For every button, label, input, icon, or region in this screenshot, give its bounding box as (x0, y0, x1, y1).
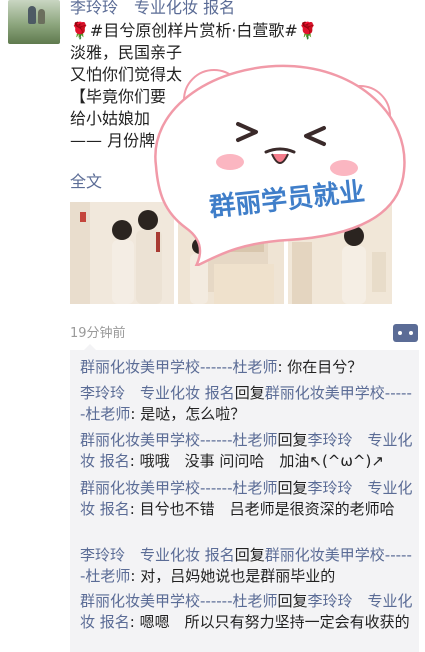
post-author-name[interactable]: 李玲玲 专业化妆 报名 (70, 0, 235, 18)
comment-author[interactable]: 群丽化妆美甲学校------杜老师 (80, 358, 277, 376)
comment-author[interactable]: 群丽化妆美甲学校------杜老师 (80, 431, 277, 449)
comment-text: : 哦哦 没事 问问哈 加油↖(^ω^)↗ (129, 452, 384, 470)
comment-item[interactable]: 群丽化妆美甲学校------杜老师回复李玲玲 专业化妆 报名: 哦哦 没事 问问… (80, 430, 416, 472)
comment-list: 群丽化妆美甲学校------杜老师: 你在目兮？ 李玲玲 专业化妆 报名回复群丽… (70, 344, 419, 652)
comment-author[interactable]: 李玲玲 专业化妆 报名 (80, 546, 235, 564)
reply-word: 回复 (277, 592, 308, 610)
post-timestamp: 19分钟前 (70, 326, 126, 341)
comment-dot-icon (398, 331, 402, 335)
comment-author[interactable]: 李玲玲 专业化妆 报名 (80, 384, 235, 402)
comment-text: : 是哒，怎么啦？ (130, 405, 246, 423)
comment-text: : 目兮也不错 吕老师是很资深的老师哈 (129, 500, 395, 518)
comment-action-button[interactable] (393, 324, 418, 342)
comment-author[interactable]: 群丽化妆美甲学校------杜老师 (80, 592, 277, 610)
reply-word: 回复 (234, 546, 265, 564)
reply-word: 回复 (277, 479, 308, 497)
comment-dot-icon (409, 331, 413, 335)
comment-item[interactable]: 李玲玲 专业化妆 报名回复群丽化妆美甲学校------杜老师: 对，吕妈她说也是… (80, 545, 416, 587)
comment-item[interactable]: 群丽化妆美甲学校------杜老师: 你在目兮？ (80, 357, 416, 378)
avatar-figure (28, 6, 36, 24)
comment-text: : 嗯嗯 所以只有努力坚持一定会有收获的 (129, 613, 410, 631)
comment-author[interactable]: 群丽化妆美甲学校------杜老师 (80, 479, 277, 497)
comment-item[interactable]: 群丽化妆美甲学校------杜老师回复李玲玲 专业化妆 报名: 嗯嗯 所以只有努… (80, 591, 416, 633)
full-text-link[interactable]: 全文 (70, 168, 102, 192)
reply-word: 回复 (277, 431, 308, 449)
comment-text: : 你在目兮？ (277, 358, 363, 376)
comment-item[interactable]: 群丽化妆美甲学校------杜老师回复李玲玲 专业化妆 报名: 目兮也不错 吕老… (80, 478, 416, 520)
comment-item[interactable]: 李玲玲 专业化妆 报名回复群丽化妆美甲学校------杜老师: 是哒，怎么啦？ (80, 383, 416, 425)
comment-text: : 对，吕妈她说也是群丽毕业的 (130, 567, 336, 585)
author-avatar[interactable] (8, 0, 60, 44)
reply-word: 回复 (234, 384, 265, 402)
bear-sticker: 群丽学员就业 (138, 36, 418, 269)
avatar-figure-second (38, 9, 45, 24)
